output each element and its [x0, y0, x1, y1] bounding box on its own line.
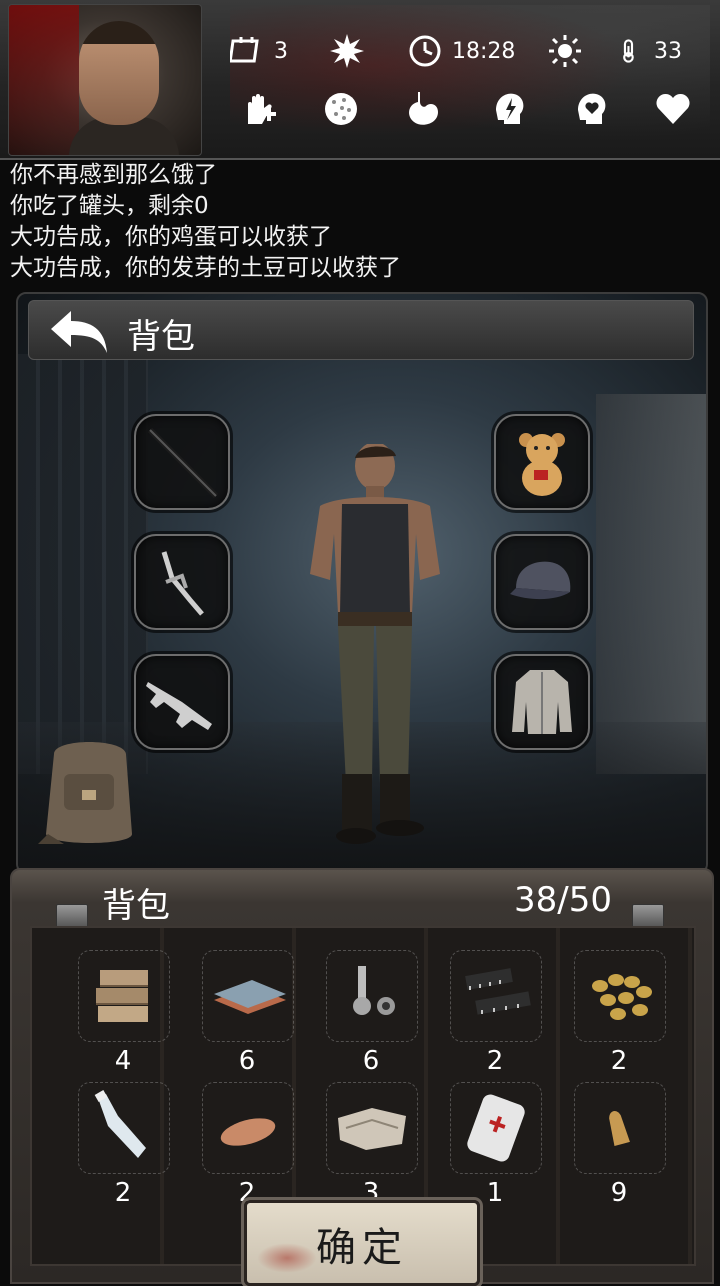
sweet-potato-icon: [220, 1118, 276, 1146]
submachine-gun-icon: [146, 682, 212, 730]
slot-rifle[interactable]: [134, 414, 230, 510]
item-quantity: 6: [238, 1046, 256, 1076]
survivor-character: [310, 444, 440, 844]
slot-crossbow[interactable]: [134, 534, 230, 630]
blood-splatter: [9, 5, 79, 155]
back-arrow-icon[interactable]: [47, 307, 113, 357]
teddy-bear-icon: [519, 433, 565, 496]
hinge-left: [56, 904, 88, 928]
baseball-cap-icon: [510, 561, 571, 600]
day-value: 3: [274, 38, 288, 64]
inventory-capacity: 38/50: [514, 880, 612, 920]
inventory-item[interactable]: [574, 950, 666, 1042]
equipment-panel: 背包: [16, 292, 708, 874]
item-quantity: 2: [610, 1046, 628, 1076]
log-line: 大功告成，你的鸡蛋可以收获了: [10, 224, 332, 250]
item-quantity: 2: [114, 1178, 132, 1208]
character-portrait[interactable]: [8, 4, 202, 156]
status-bar: 3 18:28 33: [0, 0, 720, 160]
glass-bottle-icon: [94, 1090, 146, 1158]
rifle-icon: [147, 427, 219, 499]
temperature-value: 33: [654, 38, 682, 64]
cloth-icon: [338, 1108, 406, 1150]
message-log: 你不再感到那么饿了 你吃了罐头，剩余0 大功告成，你的鸡蛋可以收获了 大功告成，…: [10, 160, 710, 284]
item-quantity: 2: [486, 1046, 504, 1076]
metal-sheets-icon: [214, 980, 286, 1014]
log-line: 你吃了罐头，剩余0: [10, 193, 209, 219]
temperature: 33: [620, 34, 682, 68]
log-line: 大功告成，你的发芽的土豆可以收获了: [10, 255, 401, 281]
inventory-item[interactable]: [78, 950, 170, 1042]
clock-icon: [409, 35, 441, 67]
head-heart-icon[interactable]: [572, 90, 610, 128]
inventory-item[interactable]: [450, 950, 542, 1042]
inventory-item[interactable]: [78, 1082, 170, 1174]
background-grunge: [230, 5, 710, 155]
slot-hat[interactable]: [494, 534, 590, 630]
inventory-item[interactable]: [574, 1082, 666, 1174]
microchips-icon: [465, 968, 531, 1015]
slot-jacket[interactable]: [494, 654, 590, 750]
sun-burst-icon: [330, 34, 364, 68]
coffee-beans-icon: [592, 974, 652, 1020]
inventory-item[interactable]: [326, 1082, 418, 1174]
heart-icon[interactable]: [654, 90, 692, 128]
flask-icon: [467, 1094, 525, 1162]
scene-fence: [18, 354, 148, 774]
calendar-icon: [230, 37, 259, 63]
equipment-header: 背包: [28, 300, 694, 360]
backpack-icon[interactable]: [34, 734, 144, 852]
portrait-head: [79, 21, 159, 125]
thermometer-icon: [623, 39, 634, 63]
time-value: 18:28: [452, 38, 516, 64]
sun-icon: [549, 35, 581, 67]
scene-wall: [596, 394, 706, 774]
inventory-item[interactable]: [202, 1082, 294, 1174]
inventory-item[interactable]: [202, 950, 294, 1042]
inventory-item[interactable]: [326, 950, 418, 1042]
slot-submachine-gun[interactable]: [134, 654, 230, 750]
bullet-icon: [609, 1111, 630, 1147]
log-line: 你不再感到那么饿了: [10, 162, 217, 188]
injury-hand-icon[interactable]: [240, 90, 278, 128]
stomach-icon[interactable]: [404, 90, 442, 128]
item-quantity: 6: [362, 1046, 380, 1076]
item-quantity: 4: [114, 1046, 132, 1076]
winter-jacket-icon: [512, 670, 572, 734]
inventory-item[interactable]: [450, 1082, 542, 1174]
hinge-right: [632, 904, 664, 928]
slot-teddy-bear[interactable]: [494, 414, 590, 510]
confirm-button[interactable]: 确定: [244, 1200, 480, 1286]
equipment-title: 背包: [127, 317, 195, 357]
wood-planks-icon: [96, 970, 148, 1022]
day-counter: 3: [230, 34, 288, 68]
bolts-icon: [353, 966, 395, 1015]
head-lightning-icon[interactable]: [490, 90, 528, 128]
inventory-title: 背包: [102, 886, 170, 926]
confirm-label: 确定: [316, 1225, 408, 1271]
crossbow-icon: [161, 551, 204, 616]
clock: 18:28: [408, 34, 515, 68]
item-quantity: 9: [610, 1178, 628, 1208]
virus-icon[interactable]: [322, 90, 360, 128]
